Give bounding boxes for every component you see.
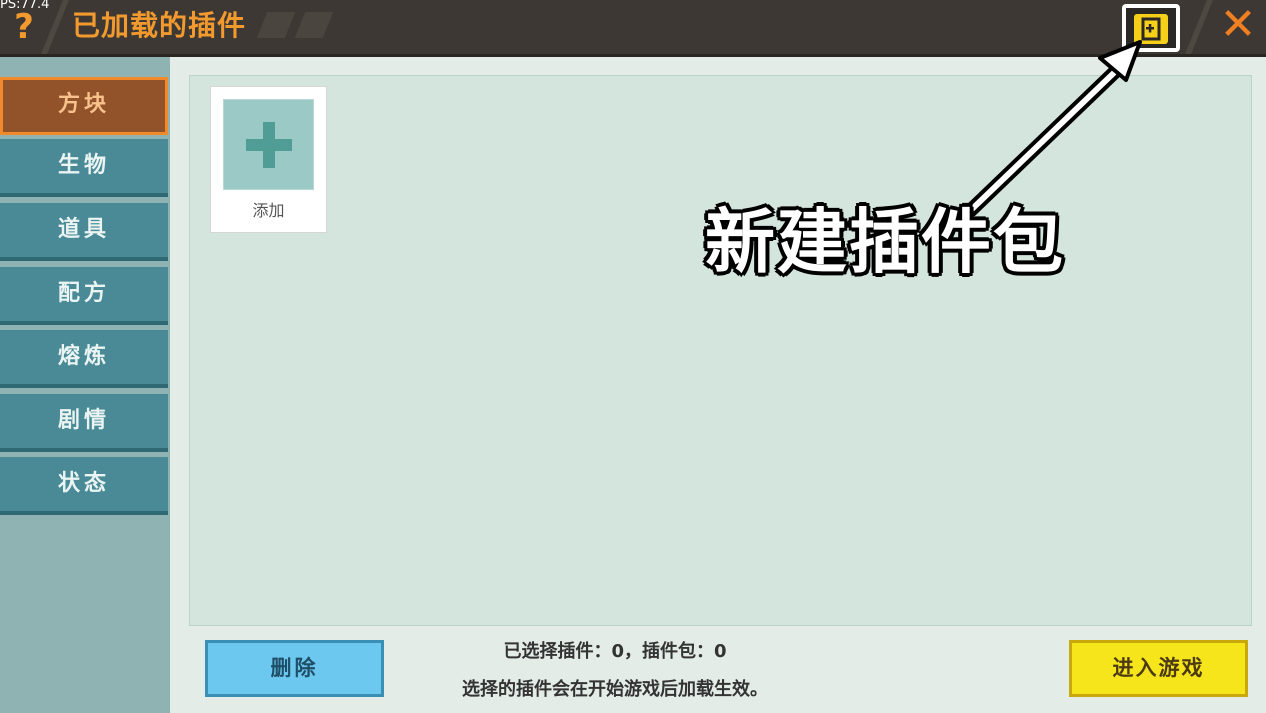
selection-status: 已选择插件：0，插件包：0 (503, 641, 727, 662)
hint-text: 选择的插件会在开始游戏后加载生效。 (462, 679, 768, 700)
plugin-manager-screen: ? 已加载的插件 ✕ PS:77.4 方块 生物 道具 配方 熔炼 剧情 状态 … (0, 0, 1266, 713)
delete-button[interactable]: 删除 (205, 640, 384, 697)
enter-game-button[interactable]: 进入游戏 (1069, 640, 1248, 697)
annotation-label: 新建插件包 (704, 200, 1065, 285)
annotation-arrow (964, 40, 1142, 216)
